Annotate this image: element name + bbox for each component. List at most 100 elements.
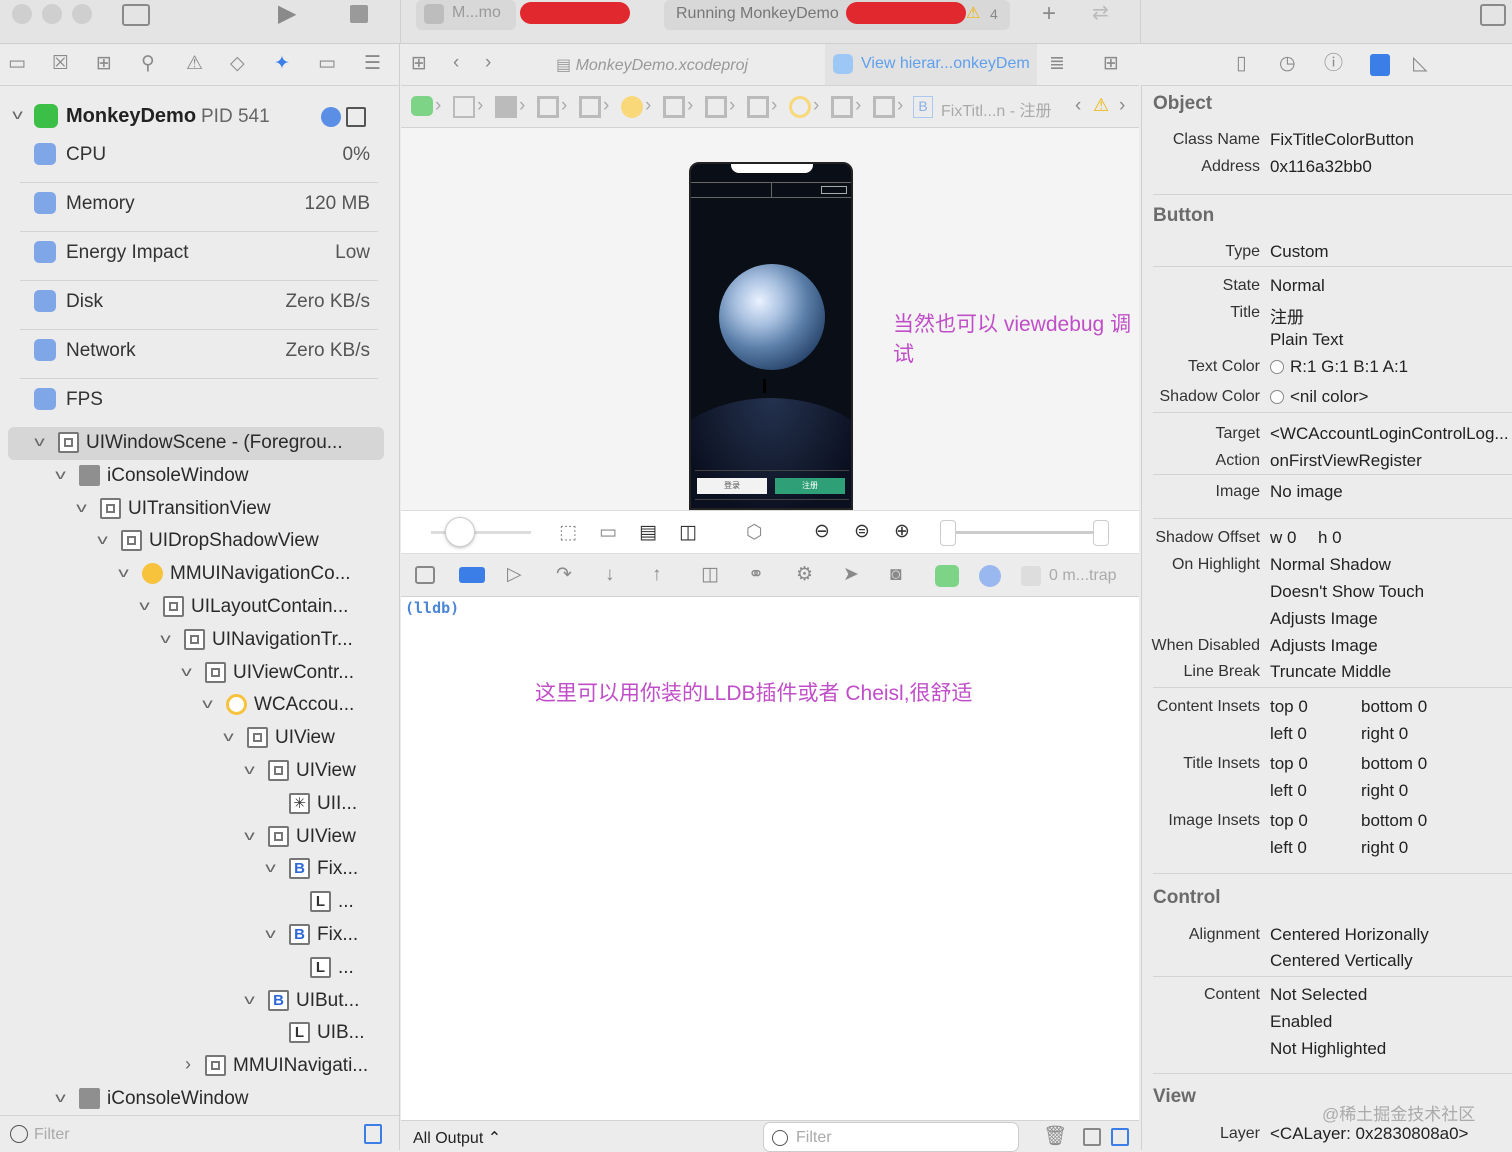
tree-row[interactable]: › MMUINavigati...: [0, 1052, 399, 1085]
memory-graph-icon[interactable]: ⚭: [748, 565, 764, 584]
chevron-down-icon[interactable]: v: [244, 827, 255, 843]
trash-icon[interactable]: 🗑︎: [1043, 1127, 1067, 1146]
size-inspector-icon[interactable]: ◺: [1413, 54, 1428, 73]
minimize-window-button[interactable]: [42, 4, 62, 24]
tree-row[interactable]: v B Fix...: [0, 921, 399, 954]
spacing-slider-thumb[interactable]: [445, 517, 475, 547]
zoom-out-icon[interactable]: ⊖: [814, 522, 830, 541]
thread-icon[interactable]: [979, 565, 1001, 587]
continue-icon[interactable]: ▷: [507, 565, 522, 584]
console-filter-field[interactable]: Filter: [763, 1122, 1019, 1152]
forward-icon[interactable]: ›: [485, 53, 491, 72]
split-editor-icon[interactable]: ⊞: [1103, 54, 1119, 73]
tab-project[interactable]: ▤ MonkeyDemo.xcodeproj: [556, 55, 748, 75]
chevron-down-icon[interactable]: v: [223, 728, 234, 744]
tree-row[interactable]: v iConsoleWindow: [0, 1085, 399, 1118]
step-over-icon[interactable]: ↷: [556, 565, 572, 584]
console-area[interactable]: (lldb) 这里可以用你装的LLDB插件或者 Cheisl,很舒适: [401, 597, 1139, 1120]
gauge-disk[interactable]: Disk Zero KB/s: [0, 281, 399, 330]
chevron-down-icon[interactable]: v: [12, 106, 23, 122]
chevron-down-icon[interactable]: v: [244, 991, 255, 1007]
tree-row[interactable]: v UILayoutContain...: [0, 593, 399, 626]
navigator-toggle-icon[interactable]: [122, 4, 150, 26]
process-row[interactable]: v MonkeyDemo PID 541: [0, 102, 399, 132]
location-icon[interactable]: ➤: [843, 565, 859, 584]
chevron-down-icon[interactable]: v: [265, 859, 276, 875]
breadcrumb-view-icon[interactable]: [663, 96, 685, 118]
tree-row[interactable]: v UINavigationTr...: [0, 626, 399, 659]
range-slider-right-handle[interactable]: [1093, 520, 1109, 546]
warning-icon[interactable]: ⚠: [1093, 95, 1109, 116]
phone-login-button[interactable]: 登录: [697, 478, 767, 494]
zoom-actual-icon[interactable]: ⊜: [854, 522, 870, 541]
split-icon[interactable]: [346, 107, 366, 127]
gauge-energy-impact[interactable]: Energy Impact Low: [0, 232, 399, 281]
3d-orient-icon[interactable]: ⬡: [746, 523, 763, 542]
tree-row[interactable]: v B UIBut...: [0, 987, 399, 1020]
breadcrumb-view-icon[interactable]: [873, 96, 895, 118]
symbol-icon[interactable]: ⊞: [96, 54, 112, 73]
console-view-icon[interactable]: [1111, 1128, 1129, 1146]
view-hierarchy-icon[interactable]: ◫: [701, 565, 719, 584]
breadcrumb-view-icon[interactable]: [537, 96, 559, 118]
chevron-down-icon[interactable]: v: [97, 531, 108, 547]
chevron-down-icon[interactable]: v: [160, 630, 171, 646]
variables-view-icon[interactable]: [1083, 1128, 1101, 1146]
range-slider-left-handle[interactable]: [940, 520, 956, 546]
tree-row[interactable]: ✳ UII...: [0, 790, 399, 823]
tree-row[interactable]: L UIB...: [0, 1019, 399, 1052]
chevron-down-icon[interactable]: v: [34, 433, 45, 449]
environment-icon[interactable]: ⚙: [796, 565, 813, 584]
tree-row[interactable]: v WCAccou...: [0, 691, 399, 724]
tree-row[interactable]: v UIView: [0, 757, 399, 790]
source-control-icon[interactable]: ☒: [52, 54, 69, 73]
grid-icon[interactable]: ⊞: [411, 54, 427, 73]
gauge-memory[interactable]: Memory 120 MB: [0, 183, 399, 232]
help-icon[interactable]: ⓘ: [1324, 54, 1343, 73]
breadcrumb-window-icon[interactable]: [453, 96, 475, 118]
chevron-down-icon[interactable]: v: [139, 597, 150, 613]
tree-row[interactable]: v iConsoleWindow: [0, 462, 399, 495]
step-out-icon[interactable]: ↑: [652, 565, 662, 584]
chevron-down-icon[interactable]: v: [55, 466, 66, 482]
gauge-network[interactable]: Network Zero KB/s: [0, 330, 399, 379]
chevron-down-icon[interactable]: v: [202, 695, 213, 711]
debug-icon[interactable]: ✦: [274, 54, 290, 73]
chevron-down-icon[interactable]: v: [118, 564, 129, 580]
chevron-right-icon[interactable]: ›: [185, 1054, 191, 1075]
chevron-down-icon[interactable]: v: [181, 663, 192, 679]
range-slider-track[interactable]: [941, 531, 1101, 534]
breadcrumb-current[interactable]: FixTitl...n - 注册: [941, 97, 1052, 121]
breadcrumb-controller-icon[interactable]: [621, 96, 643, 118]
close-window-button[interactable]: [12, 4, 32, 24]
constraints-icon[interactable]: ◫: [679, 523, 697, 542]
stop-icon[interactable]: [350, 5, 368, 23]
chevron-down-icon[interactable]: v: [55, 1089, 66, 1105]
chevron-down-icon[interactable]: v: [244, 761, 255, 777]
breadcrumb-view-icon[interactable]: [831, 96, 853, 118]
button-class-icon[interactable]: B: [913, 96, 933, 118]
show-content-icon[interactable]: ▤: [639, 523, 657, 542]
app-icon[interactable]: [935, 565, 959, 587]
back-icon[interactable]: ‹: [453, 53, 459, 72]
hide-debug-area-icon[interactable]: [415, 566, 435, 584]
tree-row[interactable]: v UIView: [0, 823, 399, 856]
view-debugger-canvas[interactable]: 登录 注册 当然也可以 viewdebug 调试: [401, 128, 1139, 510]
tab-view-hierarchy[interactable]: View hierar...onkeyDem: [825, 44, 1037, 85]
breakpoints-toggle-icon[interactable]: [459, 567, 485, 583]
zoom-window-button[interactable]: [72, 4, 92, 24]
step-into-icon[interactable]: ↓: [605, 565, 615, 584]
tree-row[interactable]: v UIWindowScene - (Foregrou...: [0, 429, 399, 462]
tree-row[interactable]: v UIView: [0, 724, 399, 757]
folder-icon[interactable]: ▭: [8, 54, 26, 73]
tree-row[interactable]: v MMUINavigationCo...: [0, 560, 399, 593]
breakpoint-icon[interactable]: ▭: [318, 54, 336, 73]
minimap-icon[interactable]: ≣: [1049, 54, 1065, 73]
issue-icon[interactable]: ⚠: [186, 54, 203, 73]
file-inspector-icon[interactable]: ▯: [1236, 54, 1246, 73]
tree-row[interactable]: L...: [0, 888, 399, 921]
navigator-filter-input[interactable]: Filter: [34, 1126, 70, 1144]
device-preview[interactable]: 登录 注册: [689, 162, 853, 510]
breadcrumb-view-icon[interactable]: [579, 96, 601, 118]
run-icon[interactable]: ▶: [278, 2, 296, 26]
